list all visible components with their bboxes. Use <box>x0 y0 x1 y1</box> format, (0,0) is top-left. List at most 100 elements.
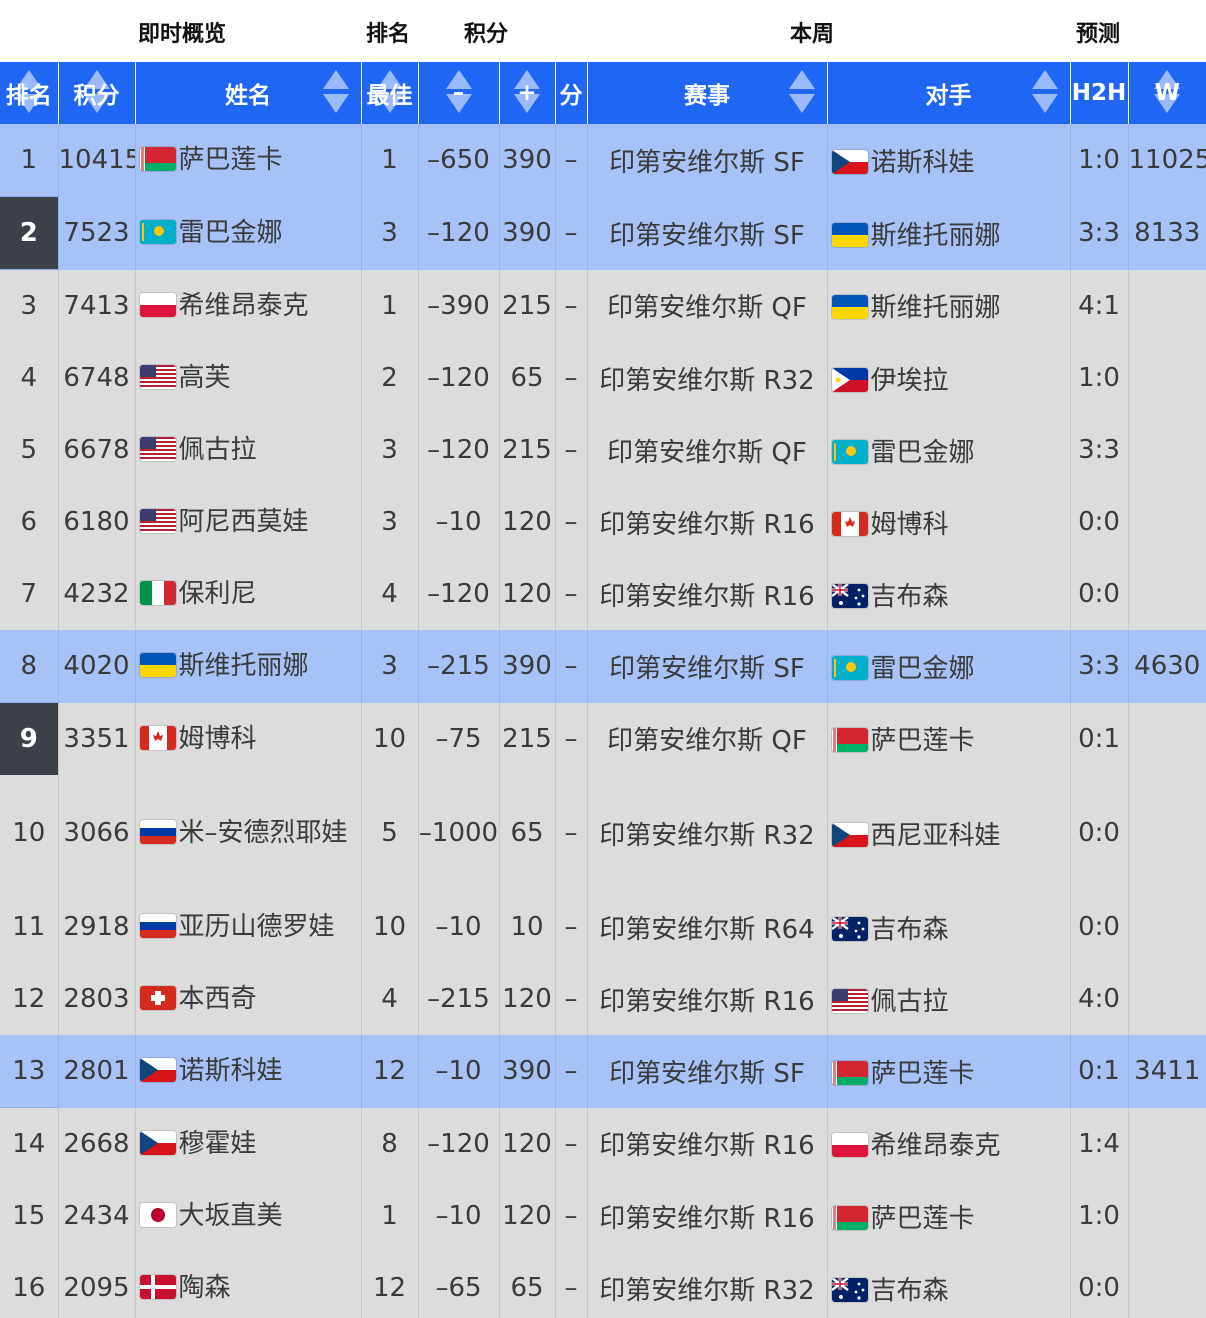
points-drop-cell: –650 <box>418 124 500 197</box>
points-cell: 2668 <box>58 1107 136 1180</box>
predicted-points-cell: 4630 <box>1128 630 1206 703</box>
usa-flag-icon <box>831 988 868 1013</box>
opponent-name: 姆博科 <box>870 509 949 540</box>
table-row[interactable]: 13 2801 诺斯科娃 12 –10 390– 印第安维尔斯 SF 萨巴莲卡 0:1 3411 <box>0 1035 1206 1108</box>
points-drop-cell: –10 <box>418 891 500 963</box>
table-row[interactable]: 8 4020 斯维托丽娜 3 –215 390– 印第安维尔斯 SF 雷巴金娜 3:3 4630 <box>0 630 1206 703</box>
h2h-cell: 0:0 <box>1070 775 1129 891</box>
points-gain-cell: 215 <box>499 269 556 342</box>
player-name[interactable]: 希维昂泰克 <box>179 291 309 321</box>
table-row[interactable]: 9 3351 姆博科 10 –75 215– 印第安维尔斯 QF 萨巴莲卡 0:1 <box>0 702 1206 775</box>
player-name[interactable]: 大坂直美 <box>179 1201 283 1231</box>
player-name[interactable]: 穆霍娃 <box>179 1129 257 1159</box>
points-dash-cell: – <box>555 558 588 630</box>
table-row[interactable]: 10 3066 米–安德烈耶娃 5 –1000 65– 印第安维尔斯 R32 西尼亚科娃 0:0 <box>0 775 1206 891</box>
event-cell: 印第安维尔斯 SF <box>587 1035 828 1108</box>
event-cell: 印第安维尔斯 R16 <box>587 963 828 1035</box>
points-gain-cell: 215 <box>499 414 556 486</box>
sort-arrows-icon <box>788 70 815 116</box>
russia-flag-icon <box>139 820 176 844</box>
player-name[interactable]: 保利尼 <box>179 579 257 609</box>
table-row[interactable]: 11 2918 亚历山德罗娃 10 –10 10– 印第安维尔斯 R64 吉布森 0:0 <box>0 891 1206 963</box>
opponent-cell: 斯维托丽娜 <box>827 196 1071 270</box>
player-name[interactable]: 斯维托丽娜 <box>179 651 309 681</box>
col-points-label: 积分 <box>73 83 120 109</box>
table-row[interactable]: 1 10415 萨巴莲卡 1 –650 390– 印第安维尔斯 SF 诺斯科娃 1:0 11025 <box>0 124 1206 197</box>
canada-flag-icon <box>831 511 868 536</box>
col-opponent[interactable]: 对手 <box>827 62 1071 124</box>
col-h2h-label: H2H <box>1071 80 1127 106</box>
points-dash-cell: – <box>555 196 588 270</box>
player-name-cell: 姆博科 <box>135 702 362 775</box>
player-name[interactable]: 萨巴莲卡 <box>179 145 283 175</box>
table-row[interactable]: 5 6678 佩古拉 3 –120 215– 印第安维尔斯 QF 雷巴金娜 3:3 <box>0 414 1206 486</box>
opponent-cell: 萨巴莲卡 <box>827 1180 1071 1252</box>
column-group-bar: 即时概览 排名 积分 本周 预测 <box>0 0 1206 62</box>
table-row[interactable]: 15 2434 大坂直美 1 –10 120– 印第安维尔斯 R16 萨巴莲卡 1:0 <box>0 1180 1206 1252</box>
event-cell: 印第安维尔斯 R16 <box>587 558 828 630</box>
player-name[interactable]: 诺斯科娃 <box>179 1056 283 1086</box>
player-name[interactable]: 亚历山德罗娃 <box>179 912 335 942</box>
player-name[interactable]: 雷巴金娜 <box>179 218 283 248</box>
player-name-cell: 希维昂泰克 <box>135 269 362 342</box>
australia-flag-icon <box>831 916 868 941</box>
table-row[interactable]: 2 7523 雷巴金娜 3 –120 390– 印第安维尔斯 SF 斯维托丽娜 3:3 8133 <box>0 196 1206 270</box>
opponent-cell: 雷巴金娜 <box>827 630 1071 703</box>
h2h-cell: 1:4 <box>1070 1107 1129 1180</box>
opponent-name: 萨巴莲卡 <box>870 1203 975 1234</box>
opponent-cell: 姆博科 <box>827 486 1071 558</box>
player-name[interactable]: 本西奇 <box>179 984 257 1014</box>
points-cell: 3351 <box>58 702 136 775</box>
opponent-name: 吉布森 <box>870 1275 949 1306</box>
points-drop-cell: –120 <box>418 342 500 414</box>
col-h2h[interactable]: H2H <box>1070 62 1129 124</box>
col-opponent-label: 对手 <box>925 83 972 109</box>
col-fen-label: 分 <box>559 83 583 109</box>
sort-arrows-icon <box>1031 70 1058 116</box>
header-row: 排名 积分 姓名 最佳 – + 分 赛事 对手 H2H W <box>0 62 1206 124</box>
col-best[interactable]: 最佳 <box>361 62 419 124</box>
player-name[interactable]: 米–安德烈耶娃 <box>179 818 348 848</box>
col-points[interactable]: 积分 <box>58 62 136 124</box>
col-rank[interactable]: 排名 <box>0 62 59 124</box>
player-name[interactable]: 高芙 <box>179 363 231 393</box>
group-live-overview: 即时概览 <box>137 22 226 47</box>
player-name[interactable]: 阿尼西莫娃 <box>179 507 309 537</box>
col-plus[interactable]: + <box>499 62 556 124</box>
player-name-cell: 高芙 <box>135 342 362 414</box>
points-drop-cell: –75 <box>418 702 500 775</box>
player-name[interactable]: 陶森 <box>179 1273 231 1303</box>
col-name[interactable]: 姓名 <box>135 62 362 124</box>
ukraine-flag-icon <box>831 295 868 320</box>
table-row[interactable]: 12 2803 本西奇 4 –215 120– 印第安维尔斯 R16 佩古拉 4:0 <box>0 963 1206 1035</box>
rank-cell: 4 <box>0 342 59 414</box>
col-w[interactable]: W <box>1128 62 1206 124</box>
player-name[interactable]: 佩古拉 <box>179 435 257 465</box>
czech-flag-icon <box>831 822 868 847</box>
table-row[interactable]: 7 4232 保利尼 4 –120 120– 印第安维尔斯 R16 吉布森 0:0 <box>0 558 1206 630</box>
best-rank-cell: 5 <box>361 775 419 891</box>
table-row[interactable]: 16 2095 陶森 12 –65 65– 印第安维尔斯 R32 吉布森 0:0 <box>0 1252 1206 1318</box>
player-name[interactable]: 姆博科 <box>179 724 257 754</box>
col-minus[interactable]: – <box>418 62 500 124</box>
belarus-flag-icon <box>831 728 868 753</box>
points-cell: 2918 <box>58 891 136 963</box>
points-cell: 6678 <box>58 414 136 486</box>
best-rank-cell: 3 <box>361 630 419 703</box>
predicted-points-cell: 3411 <box>1128 1035 1206 1108</box>
event-cell: 印第安维尔斯 R64 <box>587 891 828 963</box>
best-rank-cell: 10 <box>361 702 419 775</box>
table-row[interactable]: 6 6180 阿尼西莫娃 3 –10 120– 印第安维尔斯 R16 姆博科 0:0 <box>0 486 1206 558</box>
table-row[interactable]: 3 7413 希维昂泰克 1 –390 215– 印第安维尔斯 QF 斯维托丽娜 4:1 <box>0 269 1206 342</box>
best-rank-cell: 12 <box>361 1252 419 1318</box>
opponent-name: 斯维托丽娜 <box>870 220 1001 251</box>
rank-cell: 5 <box>0 414 59 486</box>
table-row[interactable]: 4 6748 高芙 2 –120 65– 印第安维尔斯 R32 伊埃拉 1:0 <box>0 342 1206 414</box>
player-name-cell: 本西奇 <box>135 963 362 1035</box>
col-event[interactable]: 赛事 <box>587 62 828 124</box>
col-fen[interactable]: 分 <box>555 62 588 124</box>
player-name-cell: 斯维托丽娜 <box>135 630 362 703</box>
table-row[interactable]: 14 2668 穆霍娃 8 –120 120– 印第安维尔斯 R16 希维昂泰克 1:4 <box>0 1107 1206 1180</box>
h2h-cell: 0:1 <box>1070 1035 1129 1108</box>
opponent-cell: 斯维托丽娜 <box>827 269 1071 342</box>
